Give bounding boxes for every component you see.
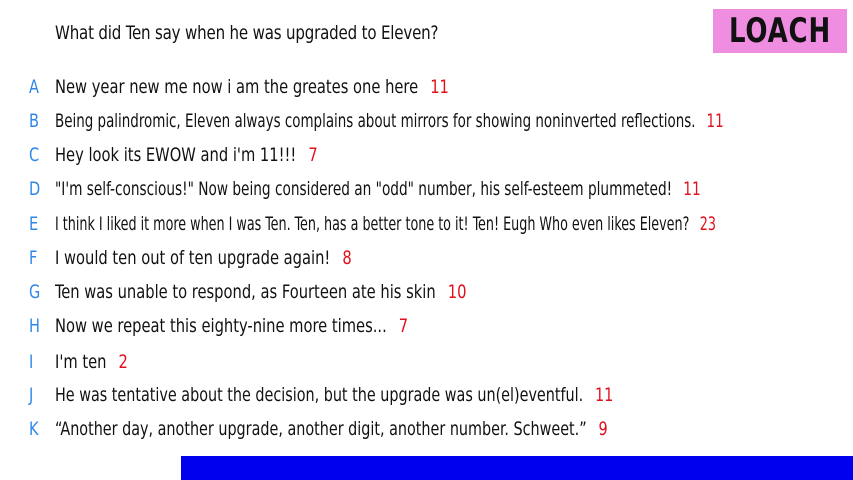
response-score: 8 [342,247,352,269]
response-body: Ten was unable to respond, as Fourteen a… [55,281,466,303]
response-text: I would ten out of ten upgrade again! [55,247,331,269]
response-text: “Another day, another upgrade, another d… [55,418,587,440]
response-row-f: F I would ten out of ten upgrade again! … [0,243,853,273]
response-letter: D [29,178,41,200]
response-body: Being palindromic, Eleven always complai… [55,110,724,132]
response-score: 9 [598,418,608,440]
response-row-h: H Now we repeat this eighty-nine more ti… [0,311,853,341]
response-body: "I'm self-conscious!" Now being consider… [55,178,701,200]
response-row-a: A New year new me now i am the greates o… [0,72,853,102]
response-row-c: C Hey look its EWOW and i'm 11!!! 7 [0,140,853,170]
response-body: New year new me now i am the greates one… [55,76,449,98]
response-row-i: I I'm ten 2 [0,347,853,377]
response-text: I think I liked it more when I was Ten. … [55,213,690,235]
response-text: Ten was unable to respond, as Fourteen a… [55,281,436,303]
response-text: Being palindromic, Eleven always complai… [55,110,696,132]
response-score: 10 [447,281,467,303]
response-letter: K [29,418,39,440]
response-text: "I'm self-conscious!" Now being consider… [55,178,673,200]
bottom-bar [181,456,853,480]
logo-text: LOACH [728,11,832,51]
response-letter: A [29,76,39,98]
response-row-b: B Being palindromic, Eleven always compl… [0,106,853,136]
response-row-g: G Ten was unable to respond, as Fourteen… [0,277,853,307]
response-row-j: J He was tentative about the decision, b… [0,380,853,410]
logo-badge: LOACH [713,9,847,53]
response-score: 7 [308,144,318,166]
response-body: He was tentative about the decision, but… [55,384,613,406]
response-body: Now we repeat this eighty-nine more time… [55,315,408,337]
response-text: Now we repeat this eighty-nine more time… [55,315,387,337]
response-body: I would ten out of ten upgrade again! 8 [55,247,352,269]
response-text: Hey look its EWOW and i'm 11!!! [55,144,297,166]
response-letter: G [29,281,41,303]
response-body: Hey look its EWOW and i'm 11!!! 7 [55,144,318,166]
response-score: 11 [683,178,701,200]
response-body: I think I liked it more when I was Ten. … [55,213,716,235]
response-letter: E [29,213,39,235]
response-letter: B [29,110,39,132]
response-score: 11 [706,110,724,132]
response-row-d: D "I'm self-conscious!" Now being consid… [0,174,853,204]
response-letter: I [29,351,34,373]
response-score: 23 [699,213,716,235]
response-text: He was tentative about the decision, but… [55,384,584,406]
response-row-k: K “Another day, another upgrade, another… [0,414,853,444]
response-score: 7 [398,315,409,337]
response-letter: F [29,247,38,269]
response-letter: C [29,144,40,166]
response-body: I'm ten 2 [55,351,128,373]
response-row-e: E I think I liked it more when I was Ten… [0,209,853,239]
response-score: 11 [594,384,614,406]
response-body: “Another day, another upgrade, another d… [55,418,608,440]
response-text: New year new me now i am the greates one… [55,76,419,98]
response-score: 11 [430,76,449,98]
response-score: 2 [118,351,128,373]
question-title: What did Ten say when he was upgraded to… [55,22,439,44]
response-text: I'm ten [55,351,107,373]
response-letter: J [29,384,34,406]
response-letter: H [29,315,40,337]
